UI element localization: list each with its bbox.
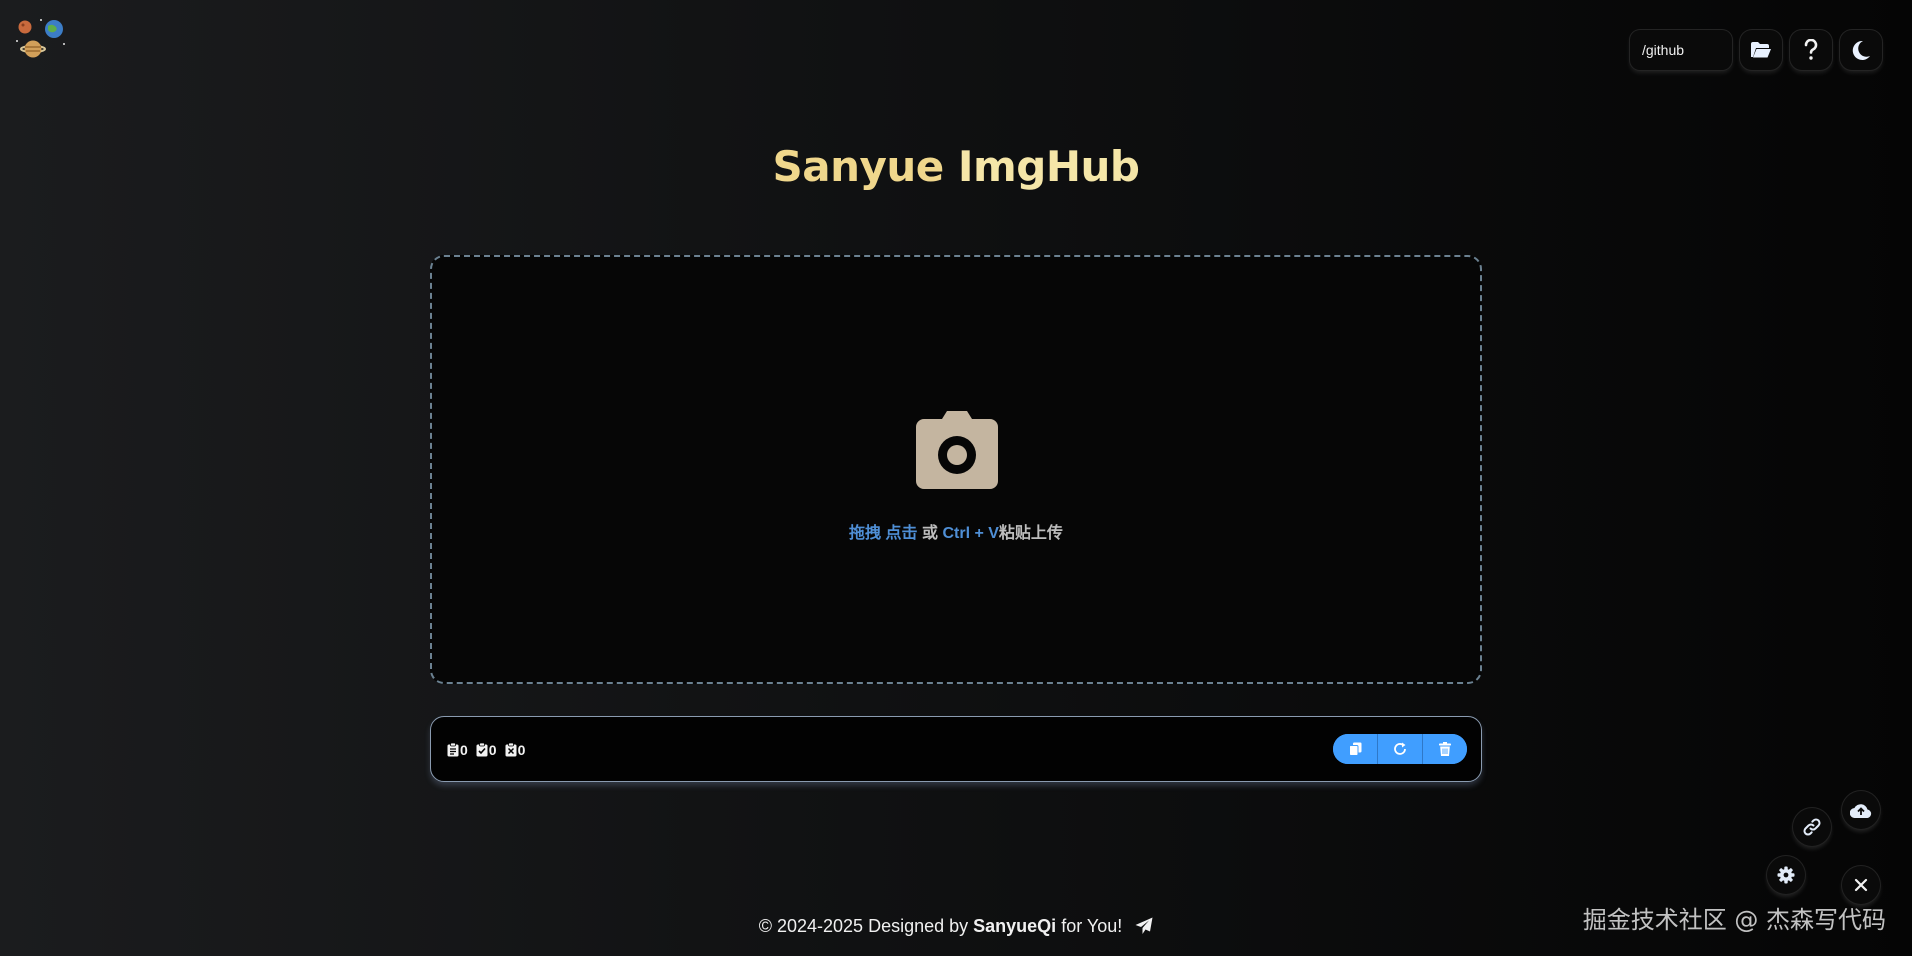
title-part-sanyue: Sanyue xyxy=(772,142,945,191)
trash-icon xyxy=(1439,742,1451,756)
clear-button[interactable] xyxy=(1422,734,1467,764)
folder-open-icon xyxy=(1751,42,1771,58)
question-icon xyxy=(1804,39,1818,60)
footer-author[interactable]: SanyueQi xyxy=(973,916,1056,936)
paper-plane-icon[interactable] xyxy=(1135,917,1153,935)
theme-toggle-button[interactable] xyxy=(1840,30,1882,70)
success-count: 0 xyxy=(488,742,497,758)
camera-icon xyxy=(916,411,998,489)
success-counter: 0 xyxy=(476,742,497,758)
total-count: 0 xyxy=(460,742,468,758)
total-counter: 0 xyxy=(447,742,468,758)
hint-click[interactable]: 点击 xyxy=(886,525,918,542)
clipboard-x-icon xyxy=(505,743,517,757)
close-button[interactable] xyxy=(1842,866,1880,904)
page-title: Sanyue ImgHub xyxy=(0,142,1912,191)
footer-prefix: © 2024-2025 Designed by xyxy=(758,916,969,936)
close-icon xyxy=(1854,878,1868,892)
planets-logo-icon xyxy=(16,19,65,58)
settings-button[interactable] xyxy=(1767,856,1805,894)
cloud-upload-icon xyxy=(1850,804,1872,818)
failed-count: 0 xyxy=(517,742,526,758)
result-actions xyxy=(1333,734,1467,764)
watermark-text: 掘金技术社区 @ 杰森写代码 xyxy=(1582,906,1886,934)
hint-or: 或 xyxy=(921,525,938,542)
retry-button[interactable] xyxy=(1377,734,1422,764)
upload-result-bar: 0 0 0 xyxy=(430,716,1482,782)
help-button[interactable] xyxy=(1790,30,1832,70)
top-toolbar xyxy=(1630,30,1882,70)
copy-icon xyxy=(1348,742,1361,756)
hint-drag: 拖拽 xyxy=(849,525,882,542)
footer-suffix: for You! xyxy=(1061,916,1123,936)
upload-counters: 0 0 0 xyxy=(447,717,525,783)
refresh-icon xyxy=(1394,742,1406,755)
copy-links-button[interactable] xyxy=(1333,734,1377,764)
folder-button[interactable] xyxy=(1740,30,1782,70)
upload-path-input[interactable] xyxy=(1630,30,1732,70)
failed-counter: 0 xyxy=(505,742,526,758)
upload-dropzone[interactable]: 拖拽 点击 或 Ctrl + V粘贴上传 xyxy=(430,255,1482,684)
hint-shortcut: Ctrl + V xyxy=(942,525,999,542)
hint-paste: 粘贴上传 xyxy=(998,525,1063,542)
link-icon xyxy=(1803,818,1821,836)
gear-icon xyxy=(1777,866,1795,884)
clipboard-list-icon xyxy=(447,743,459,757)
moon-icon xyxy=(1852,40,1870,60)
clipboard-check-icon xyxy=(476,743,488,757)
title-part-imghub: ImgHub xyxy=(957,142,1140,191)
link-button[interactable] xyxy=(1793,808,1831,846)
cloud-upload-button[interactable] xyxy=(1842,791,1880,829)
app-logo[interactable] xyxy=(14,16,68,64)
upload-hint: 拖拽 点击 或 Ctrl + V粘贴上传 xyxy=(432,519,1480,543)
